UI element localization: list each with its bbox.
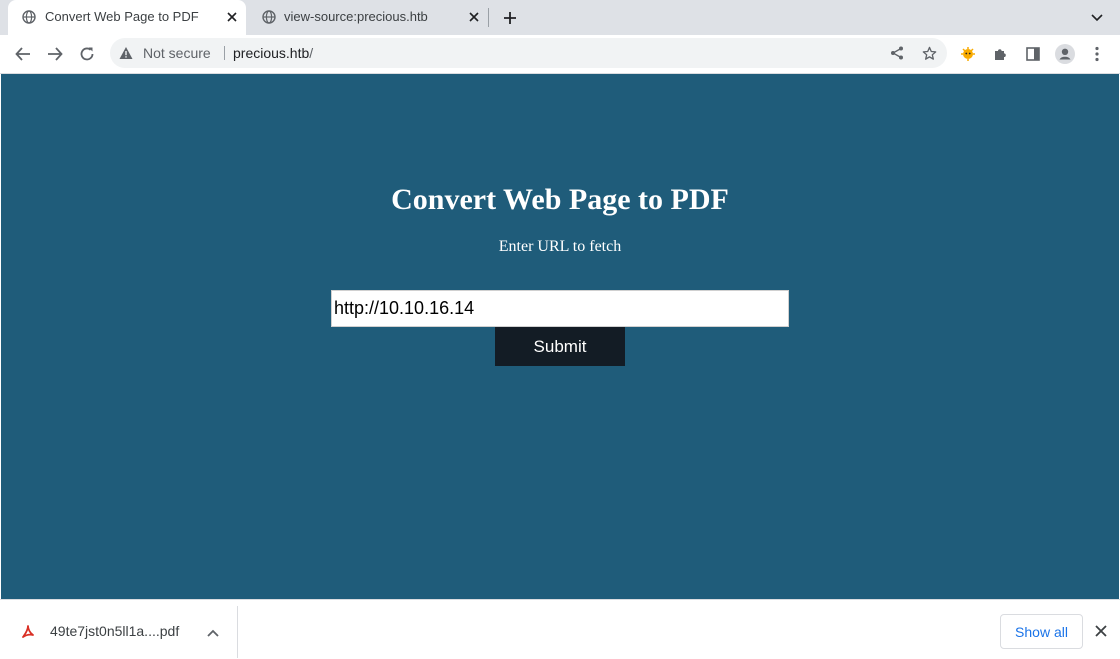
tab-title: view-source:precious.htb [284, 9, 428, 24]
chevron-up-icon[interactable] [205, 625, 221, 641]
profile-icon[interactable] [1053, 42, 1077, 66]
puzzle-icon[interactable] [989, 42, 1013, 66]
browser-toolbar: Not secure precious.htb/ [0, 35, 1120, 73]
url-host: precious.htb [233, 45, 310, 61]
url-text[interactable]: precious.htb/ [233, 45, 313, 61]
share-icon[interactable] [889, 45, 905, 61]
close-icon[interactable] [1092, 622, 1110, 640]
new-tab-button[interactable] [500, 8, 520, 28]
arrow-left-icon [15, 47, 30, 61]
close-icon[interactable] [224, 9, 240, 25]
download-bar: 49te7jst0n5ll1a....pdf Show all [0, 599, 1120, 659]
side-panel-icon[interactable] [1021, 42, 1045, 66]
download-item[interactable]: 49te7jst0n5ll1a....pdf [0, 606, 237, 658]
extension-icon[interactable] [956, 42, 980, 66]
tab-separator [488, 8, 489, 27]
show-all-button[interactable]: Show all [1000, 614, 1083, 649]
close-icon[interactable] [466, 9, 482, 25]
star-icon[interactable] [921, 45, 937, 61]
reload-button[interactable] [75, 42, 99, 66]
arrow-right-icon [48, 47, 63, 61]
pdf-file-icon [20, 624, 36, 640]
forward-button[interactable] [43, 42, 67, 66]
url-path: / [309, 45, 314, 61]
globe-icon [262, 10, 276, 24]
security-label[interactable]: Not secure [143, 45, 211, 61]
kebab-menu-icon[interactable] [1085, 42, 1109, 66]
tab-convert-web-page[interactable]: Convert Web Page to PDF [8, 0, 246, 35]
download-separator [237, 606, 238, 658]
plus-icon [504, 12, 516, 24]
tab-title: Convert Web Page to PDF [45, 9, 199, 24]
download-file-name: 49te7jst0n5ll1a....pdf [50, 623, 180, 639]
tab-search-button[interactable] [1087, 8, 1107, 28]
url-input[interactable] [331, 290, 789, 327]
tab-strip: Convert Web Page to PDF view-source:prec… [0, 0, 1120, 35]
page-content: Convert Web Page to PDF Enter URL to fet… [1, 74, 1119, 599]
chevron-down-icon [1091, 14, 1103, 22]
omnibox-divider [224, 46, 225, 60]
reload-icon [80, 47, 94, 61]
back-button[interactable] [11, 42, 35, 66]
submit-button[interactable]: Submit [495, 327, 625, 366]
tab-view-source[interactable]: view-source:precious.htb [250, 0, 488, 35]
globe-icon [22, 10, 36, 24]
page-subtitle: Enter URL to fetch [498, 238, 622, 255]
page-title: Convert Web Page to PDF [391, 183, 729, 216]
warning-triangle-icon[interactable] [119, 46, 133, 60]
address-bar[interactable]: Not secure precious.htb/ [110, 38, 947, 68]
